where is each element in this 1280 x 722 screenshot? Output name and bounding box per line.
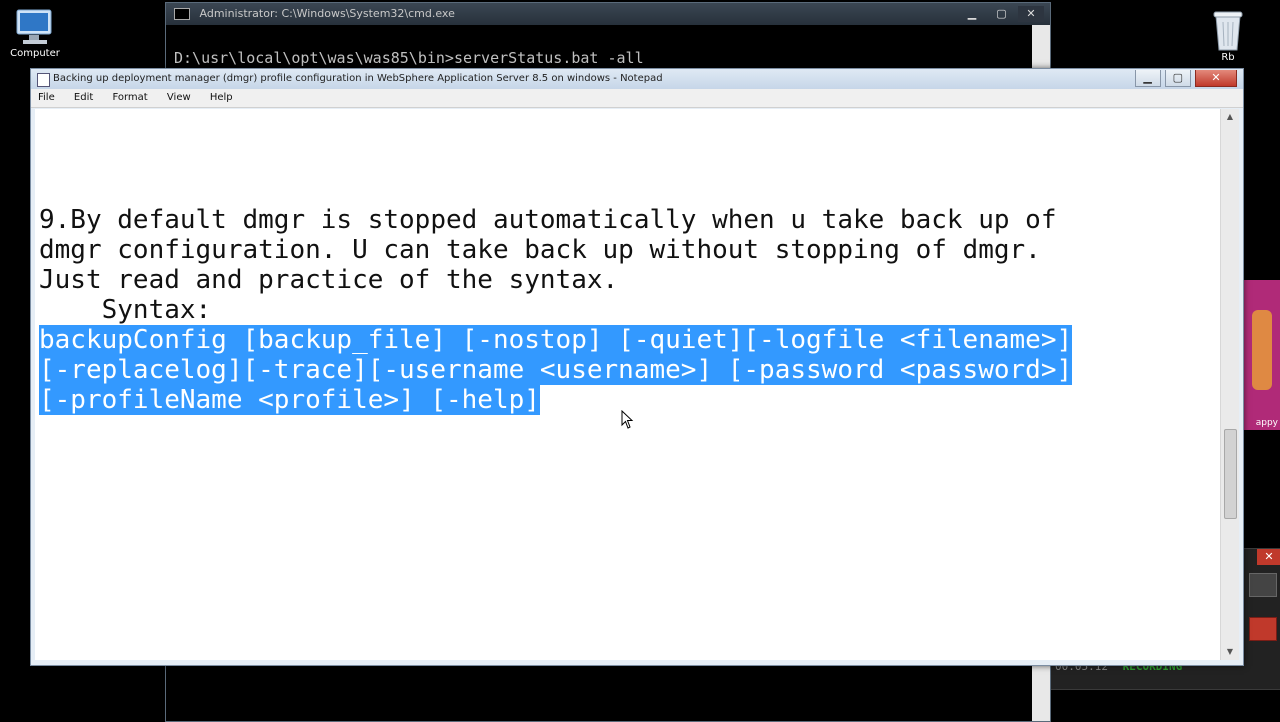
mouse-cursor-icon (621, 410, 634, 429)
cmd-maximize-button[interactable]: ▢ (989, 6, 1015, 22)
text-line: Just read and practice of the syntax. (39, 265, 619, 295)
scroll-up-arrow-icon[interactable]: ▲ (1221, 109, 1239, 125)
notepad-titlebar[interactable]: Backing up deployment manager (dmgr) pro… (31, 69, 1243, 89)
scroll-down-arrow-icon[interactable]: ▼ (1221, 644, 1239, 660)
notepad-title: Backing up deployment manager (dmgr) pro… (53, 73, 663, 84)
recorder-pause-button[interactable] (1249, 573, 1277, 597)
notepad-window-controls: ▁ ▢ ✕ (1134, 69, 1237, 87)
computer-icon (16, 9, 52, 44)
menu-help[interactable]: Help (207, 89, 236, 107)
notepad-text: 9.By default dmgr is stopped automatical… (39, 205, 1073, 415)
background-app-label: appy (1255, 418, 1278, 428)
recycle-bin-icon (1213, 11, 1243, 51)
notepad-vertical-scrollbar[interactable]: ▲ ▼ (1220, 109, 1239, 660)
computer-label: Computer (10, 48, 60, 59)
selected-text-line: backupConfig [backup_file] [-nostop] [-q… (39, 325, 1073, 355)
notepad-menubar: File Edit Format View Help (31, 89, 1243, 108)
cmd-app-icon (174, 8, 190, 20)
background-app-decoration (1252, 310, 1272, 390)
notepad-close-button[interactable]: ✕ (1195, 70, 1237, 87)
cmd-minimize-button[interactable]: ▁ (959, 6, 985, 22)
recycle-bin-label: Rb (1221, 52, 1235, 63)
menu-view[interactable]: View (164, 89, 194, 107)
menu-edit[interactable]: Edit (71, 89, 96, 107)
recorder-stop-button[interactable] (1249, 617, 1277, 641)
recycle-bin-desktop-icon[interactable]: Rb (1205, 8, 1251, 63)
selected-text-line: [-profileName <profile>] [-help] (39, 385, 540, 415)
text-line: Syntax: (39, 295, 212, 325)
scroll-thumb[interactable] (1224, 429, 1237, 519)
notepad-window[interactable]: Backing up deployment manager (dmgr) pro… (30, 68, 1244, 666)
notepad-text-area[interactable]: 9.By default dmgr is stopped automatical… (35, 109, 1221, 660)
cmd-titlebar[interactable]: Administrator: C:\Windows\System32\cmd.e… (166, 3, 1050, 25)
cmd-close-button[interactable]: ✕ (1018, 6, 1044, 22)
selected-text-line: [-replacelog][-trace][-username <usernam… (39, 355, 1073, 385)
recorder-close-button[interactable]: ✕ (1257, 549, 1280, 565)
computer-desktop-icon[interactable]: Computer (2, 8, 68, 59)
menu-file[interactable]: File (35, 89, 58, 107)
menu-format[interactable]: Format (109, 89, 150, 107)
cmd-title: Administrator: C:\Windows\System32\cmd.e… (199, 7, 455, 20)
cmd-window-controls: ▁ ▢ ✕ (959, 3, 1044, 25)
notepad-app-icon (37, 73, 50, 87)
notepad-minimize-button[interactable]: ▁ (1134, 70, 1161, 87)
text-line: dmgr configuration. U can take back up w… (39, 235, 1041, 265)
notepad-maximize-button[interactable]: ▢ (1164, 70, 1191, 87)
text-line: 9.By default dmgr is stopped automatical… (39, 205, 1057, 235)
cmd-command-line: D:\usr\local\opt\was\was85\bin>serverSta… (174, 49, 644, 67)
